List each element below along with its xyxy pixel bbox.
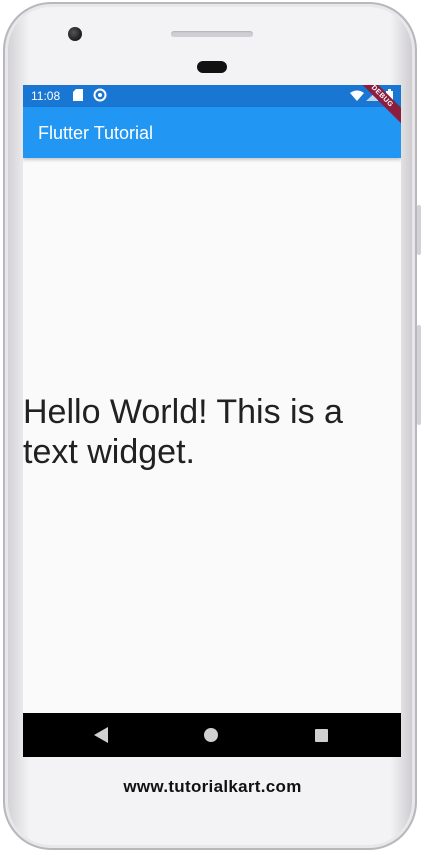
status-time: 11:08 [31,89,61,103]
sd-card-icon [73,89,83,104]
page: 11:08 Flutter Tutorial DEBUG Hello World… [0,0,425,855]
power-button [417,205,421,255]
app-title: Flutter Tutorial [38,123,154,143]
sync-icon [93,88,107,105]
home-icon[interactable] [191,713,231,757]
app-bar: Flutter Tutorial [23,107,401,158]
navigation-bar [23,713,401,757]
recents-icon[interactable] [301,713,341,757]
device-screen: 11:08 Flutter Tutorial DEBUG Hello World… [23,85,401,757]
back-icon[interactable] [81,713,121,757]
front-camera [68,27,82,41]
volume-button [417,325,421,425]
proximity-sensor [197,61,227,73]
earpiece-speaker [171,31,253,37]
hello-world-text: Hello World! This is a text widget. [23,393,343,471]
wifi-icon [350,90,364,104]
website-watermark: www.tutorialkart.com [123,777,302,796]
status-bar: 11:08 [23,85,401,107]
